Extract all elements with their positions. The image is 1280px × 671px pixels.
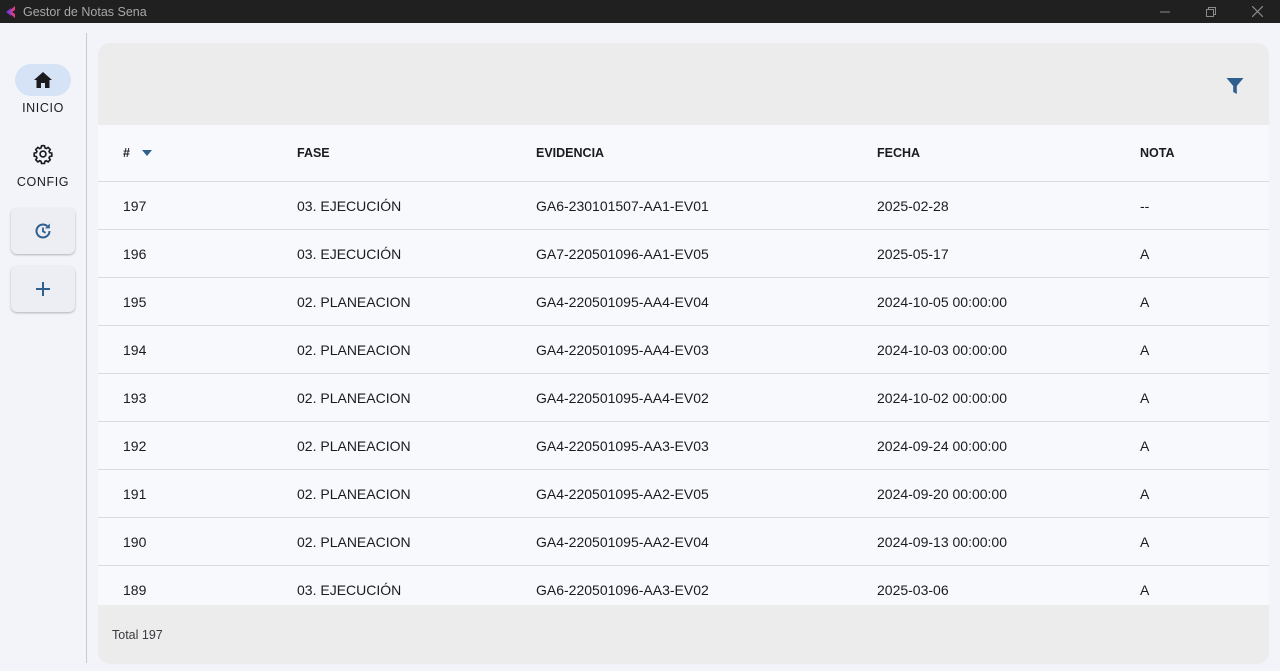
cell-fecha: 2025-02-28 xyxy=(877,197,949,214)
table-row[interactable]: 195 02. PLANEACION GA4-220501095-AA4-EV0… xyxy=(98,278,1269,326)
notes-card: # FASE EVIDENCIA FECHA NOTA 197 03. EJEC… xyxy=(98,43,1269,664)
minimize-button[interactable] xyxy=(1142,0,1188,23)
cell-evidencia: GA4-220501095-AA3-EV03 xyxy=(536,437,709,454)
cell-fecha: 2024-10-02 00:00:00 xyxy=(877,389,1007,406)
window-title: Gestor de Notas Sena xyxy=(23,4,147,19)
gear-icon xyxy=(33,144,53,165)
cell-evidencia: GA4-220501095-AA4-EV03 xyxy=(536,341,709,358)
cell-num: 196 xyxy=(123,245,147,262)
cell-evidencia: GA4-220501095-AA4-EV04 xyxy=(536,293,709,310)
cell-num: 191 xyxy=(123,485,147,502)
nav-label-inicio: INICIO xyxy=(22,101,64,115)
cell-nota: A xyxy=(1140,581,1150,598)
table-footer: Total 197 xyxy=(98,605,1269,664)
table-row[interactable]: 190 02. PLANEACION GA4-220501095-AA2-EV0… xyxy=(98,518,1269,566)
app-logo-icon xyxy=(6,5,15,18)
table-row[interactable]: 194 02. PLANEACION GA4-220501095-AA4-EV0… xyxy=(98,326,1269,374)
table-row[interactable]: 196 03. EJECUCIÓN GA7-220501096-AA1-EV05… xyxy=(98,230,1269,278)
cell-num: 192 xyxy=(123,437,147,454)
nav-item-inicio[interactable]: INICIO xyxy=(0,64,86,115)
cell-fecha: 2024-09-20 00:00:00 xyxy=(877,485,1007,502)
cell-fecha: 2024-09-24 00:00:00 xyxy=(877,437,1007,454)
sidebar: INICIO CONFIG xyxy=(0,23,86,671)
close-button[interactable] xyxy=(1234,0,1280,23)
header-label: # xyxy=(123,146,130,160)
column-header-num[interactable]: # xyxy=(123,125,152,181)
title-bar: Gestor de Notas Sena xyxy=(0,0,1280,23)
restore-button[interactable] xyxy=(1188,0,1234,23)
table-row[interactable]: 197 03. EJECUCIÓN GA6-230101507-AA1-EV01… xyxy=(98,182,1269,230)
refresh-icon xyxy=(35,223,51,239)
cell-evidencia: GA6-220501096-AA3-EV02 xyxy=(536,581,709,598)
cell-nota: -- xyxy=(1140,197,1150,214)
cell-num: 190 xyxy=(123,533,147,550)
cell-fecha: 2024-10-05 00:00:00 xyxy=(877,293,1007,310)
table-row[interactable]: 193 02. PLANEACION GA4-220501095-AA4-EV0… xyxy=(98,374,1269,422)
cell-fase: 02. PLANEACION xyxy=(297,437,411,454)
card-header xyxy=(98,43,1269,125)
filter-icon xyxy=(1226,78,1244,94)
cell-num: 189 xyxy=(123,581,147,598)
cell-nota: A xyxy=(1140,389,1150,406)
home-icon xyxy=(34,72,52,88)
refresh-button[interactable] xyxy=(11,208,75,254)
cell-fecha: 2025-05-17 xyxy=(877,245,949,262)
cell-nota: A xyxy=(1140,245,1150,262)
table-header-row: # FASE EVIDENCIA FECHA NOTA xyxy=(98,125,1269,182)
cell-fase: 02. PLANEACION xyxy=(297,533,411,550)
table-row[interactable]: 191 02. PLANEACION GA4-220501095-AA2-EV0… xyxy=(98,470,1269,518)
cell-nota: A xyxy=(1140,485,1150,502)
column-header-nota[interactable]: NOTA xyxy=(1140,125,1175,181)
minimize-icon xyxy=(1160,11,1170,12)
cell-fase: 02. PLANEACION xyxy=(297,389,411,406)
nav-indicator xyxy=(15,64,71,96)
cell-nota: A xyxy=(1140,293,1150,310)
nav-item-config[interactable]: CONFIG xyxy=(0,138,86,189)
table-row[interactable]: 189 03. EJECUCIÓN GA6-220501096-AA3-EV02… xyxy=(98,566,1269,605)
restore-icon xyxy=(1206,6,1216,17)
cell-num: 194 xyxy=(123,341,147,358)
cell-num: 195 xyxy=(123,293,147,310)
add-button[interactable] xyxy=(11,266,75,312)
column-header-fecha[interactable]: FECHA xyxy=(877,125,920,181)
cell-fecha: 2024-10-03 00:00:00 xyxy=(877,341,1007,358)
total-count: Total 197 xyxy=(112,627,163,642)
table-row[interactable]: 192 02. PLANEACION GA4-220501095-AA3-EV0… xyxy=(98,422,1269,470)
nav-label-config: CONFIG xyxy=(16,175,70,189)
cell-fecha: 2025-03-06 xyxy=(877,581,949,598)
cell-evidencia: GA4-220501095-AA2-EV05 xyxy=(536,485,709,502)
close-icon xyxy=(1251,6,1263,17)
column-header-evidencia[interactable]: EVIDENCIA xyxy=(536,125,604,181)
filter-button[interactable] xyxy=(1225,76,1245,96)
cell-evidencia: GA7-220501096-AA1-EV05 xyxy=(536,245,709,262)
cell-fase: 02. PLANEACION xyxy=(297,341,411,358)
cell-fase: 03. EJECUCIÓN xyxy=(297,197,402,214)
cell-fase: 02. PLANEACION xyxy=(297,485,411,502)
cell-evidencia: GA6-230101507-AA1-EV01 xyxy=(536,197,709,214)
column-header-fase[interactable]: FASE xyxy=(297,125,330,181)
cell-fase: 02. PLANEACION xyxy=(297,293,411,310)
cell-fase: 03. EJECUCIÓN xyxy=(297,245,402,262)
cell-fase: 03. EJECUCIÓN xyxy=(297,581,402,598)
cell-num: 193 xyxy=(123,389,147,406)
cell-num: 197 xyxy=(123,197,147,214)
cell-fecha: 2024-09-13 00:00:00 xyxy=(877,533,1007,550)
cell-nota: A xyxy=(1140,437,1150,454)
notes-table: # FASE EVIDENCIA FECHA NOTA 197 03. EJEC… xyxy=(98,125,1269,605)
sidebar-divider xyxy=(86,33,87,663)
cell-nota: A xyxy=(1140,341,1150,358)
cell-evidencia: GA4-220501095-AA4-EV02 xyxy=(536,389,709,406)
nav-indicator xyxy=(15,138,71,170)
cell-evidencia: GA4-220501095-AA2-EV04 xyxy=(536,533,709,550)
cell-nota: A xyxy=(1140,533,1150,550)
sort-desc-icon[interactable] xyxy=(141,150,152,156)
plus-icon xyxy=(36,282,50,296)
